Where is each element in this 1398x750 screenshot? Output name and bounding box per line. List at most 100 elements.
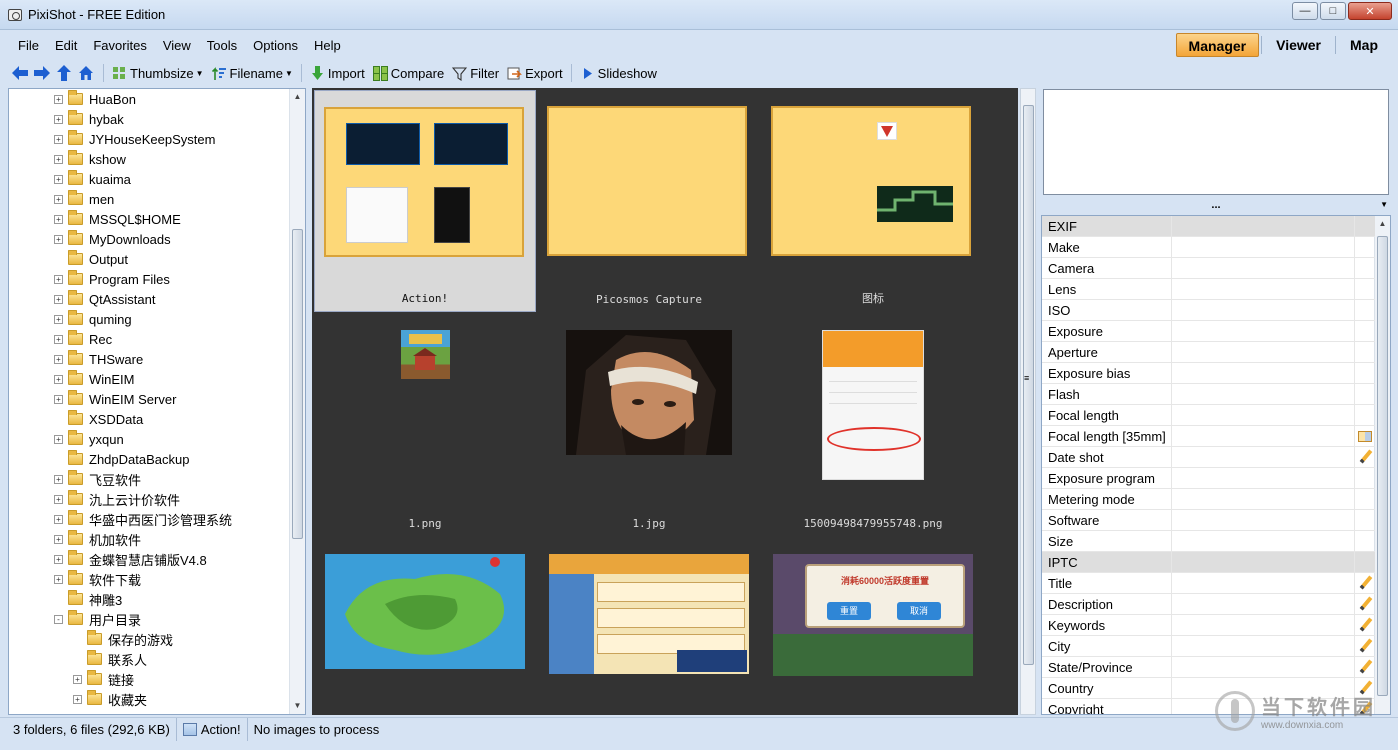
- expand-icon[interactable]: +: [54, 154, 63, 164]
- calculator-icon[interactable]: [1358, 430, 1372, 442]
- property-edit-cell[interactable]: [1355, 615, 1375, 635]
- property-row[interactable]: Flash: [1042, 384, 1375, 405]
- property-row[interactable]: Focal length [35mm]: [1042, 426, 1375, 447]
- tab-viewer[interactable]: Viewer: [1264, 33, 1333, 57]
- scroll-down-arrow-icon[interactable]: ▼: [290, 698, 305, 714]
- property-value[interactable]: [1172, 342, 1355, 362]
- expand-icon[interactable]: +: [54, 174, 63, 184]
- tree-item[interactable]: + 软件下载: [54, 569, 141, 589]
- tree-item[interactable]: 联系人: [73, 649, 147, 669]
- import-button[interactable]: Import: [310, 65, 365, 81]
- expand-icon[interactable]: +: [54, 294, 63, 304]
- menu-edit[interactable]: Edit: [47, 38, 85, 53]
- property-edit-cell[interactable]: [1355, 426, 1375, 446]
- tree-item[interactable]: + 机加软件: [54, 529, 141, 549]
- back-arrow-icon[interactable]: [11, 64, 29, 82]
- tree-item[interactable]: Output: [54, 249, 128, 269]
- thumbsize-button[interactable]: Thumbsize ▼: [112, 66, 204, 81]
- expand-icon[interactable]: +: [54, 434, 63, 444]
- property-row[interactable]: Camera: [1042, 258, 1375, 279]
- property-row[interactable]: Software: [1042, 510, 1375, 531]
- menu-view[interactable]: View: [155, 38, 199, 53]
- property-row[interactable]: Focal length: [1042, 405, 1375, 426]
- tree-item[interactable]: + 链接: [73, 669, 134, 689]
- expand-icon[interactable]: +: [54, 334, 63, 344]
- menu-favorites[interactable]: Favorites: [85, 38, 154, 53]
- property-value[interactable]: [1172, 258, 1355, 278]
- expand-icon[interactable]: +: [54, 194, 63, 204]
- scroll-up-arrow-icon[interactable]: ▲: [1375, 216, 1390, 232]
- tree-item[interactable]: + 氿上云计价软件: [54, 489, 180, 509]
- pencil-icon[interactable]: [1358, 639, 1372, 653]
- tree-item[interactable]: + yxqun: [54, 429, 124, 449]
- tree-item[interactable]: + 收藏夹: [73, 689, 147, 709]
- property-row[interactable]: Date shot: [1042, 447, 1375, 468]
- tree-scrollbar[interactable]: ▲ ▼: [289, 89, 305, 714]
- tree-item[interactable]: 保存的游戏: [73, 629, 173, 649]
- sort-filename-button[interactable]: Filename ▼: [211, 66, 293, 81]
- export-button[interactable]: Export: [507, 66, 563, 81]
- property-row[interactable]: Lens: [1042, 279, 1375, 300]
- expand-icon[interactable]: +: [54, 214, 63, 224]
- tree-item[interactable]: + kuaima: [54, 169, 131, 189]
- property-value[interactable]: [1172, 300, 1355, 320]
- thumbnail-scrollbar[interactable]: ≡: [1020, 88, 1036, 715]
- property-value[interactable]: [1172, 447, 1355, 467]
- tree-item[interactable]: + WinEIM Server: [54, 389, 176, 409]
- thumbnail-cell[interactable]: 消耗60000活跃度重置 重置 取消: [762, 538, 984, 715]
- panel-splitter[interactable]: ... ▼: [1040, 199, 1392, 213]
- minimize-button[interactable]: —: [1292, 2, 1318, 20]
- tree-item[interactable]: + THSware: [54, 349, 143, 369]
- folder-tree[interactable]: ▲ ▼ + HuaBon + hybak + JYHouseKeepSystem + ksho…: [8, 88, 306, 715]
- menu-tools[interactable]: Tools: [199, 38, 245, 53]
- property-edit-cell[interactable]: [1355, 594, 1375, 614]
- tree-item[interactable]: - 用户目录: [54, 609, 141, 629]
- property-value[interactable]: [1172, 636, 1355, 656]
- property-row[interactable]: Title: [1042, 573, 1375, 594]
- menu-file[interactable]: File: [9, 38, 47, 53]
- thumbnail-cell[interactable]: Picosmos Capture: [538, 90, 760, 312]
- menu-help[interactable]: Help: [306, 38, 349, 53]
- property-row[interactable]: State/Province: [1042, 657, 1375, 678]
- property-edit-cell[interactable]: [1355, 573, 1375, 593]
- tree-item[interactable]: + 飞豆软件: [54, 469, 141, 489]
- tree-item[interactable]: + 金蝶智慧店铺版V4.8: [54, 549, 207, 569]
- property-value[interactable]: [1172, 426, 1355, 446]
- property-value[interactable]: [1172, 237, 1355, 257]
- property-row[interactable]: Description: [1042, 594, 1375, 615]
- expand-icon[interactable]: +: [54, 394, 63, 404]
- expand-icon[interactable]: +: [54, 134, 63, 144]
- property-value[interactable]: [1172, 321, 1355, 341]
- property-edit-cell[interactable]: [1355, 636, 1375, 656]
- home-icon[interactable]: [77, 64, 95, 82]
- property-value[interactable]: [1172, 363, 1355, 383]
- pencil-icon[interactable]: [1358, 660, 1372, 674]
- thumbnail-cell[interactable]: [314, 538, 536, 715]
- maximize-button[interactable]: □: [1320, 2, 1346, 20]
- thumbnail-cell[interactable]: 1.png: [314, 314, 536, 536]
- pencil-icon[interactable]: [1358, 576, 1372, 590]
- expand-icon[interactable]: +: [54, 314, 63, 324]
- property-value[interactable]: [1172, 489, 1355, 509]
- thumbnail-cell[interactable]: 图标: [762, 90, 984, 312]
- tree-item[interactable]: + quming: [54, 309, 132, 329]
- tree-item[interactable]: + hybak: [54, 109, 124, 129]
- chevron-down-icon[interactable]: ▼: [1380, 199, 1388, 211]
- pencil-icon[interactable]: [1358, 618, 1372, 632]
- tree-item[interactable]: 神雕3: [54, 589, 122, 609]
- tree-item[interactable]: + JYHouseKeepSystem: [54, 129, 215, 149]
- property-value[interactable]: [1172, 279, 1355, 299]
- property-row[interactable]: Keywords: [1042, 615, 1375, 636]
- property-value[interactable]: [1172, 405, 1355, 425]
- expand-icon[interactable]: +: [54, 94, 63, 104]
- scrollbar-thumb[interactable]: [1023, 105, 1034, 665]
- property-row[interactable]: Exposure program: [1042, 468, 1375, 489]
- property-row[interactable]: City: [1042, 636, 1375, 657]
- expand-icon[interactable]: +: [54, 474, 63, 484]
- property-row[interactable]: Make: [1042, 237, 1375, 258]
- tree-item[interactable]: ZhdpDataBackup: [54, 449, 189, 469]
- expand-icon[interactable]: +: [54, 374, 63, 384]
- tree-item[interactable]: + WinEIM: [54, 369, 135, 389]
- property-value[interactable]: [1172, 468, 1355, 488]
- compare-button[interactable]: Compare: [372, 65, 444, 81]
